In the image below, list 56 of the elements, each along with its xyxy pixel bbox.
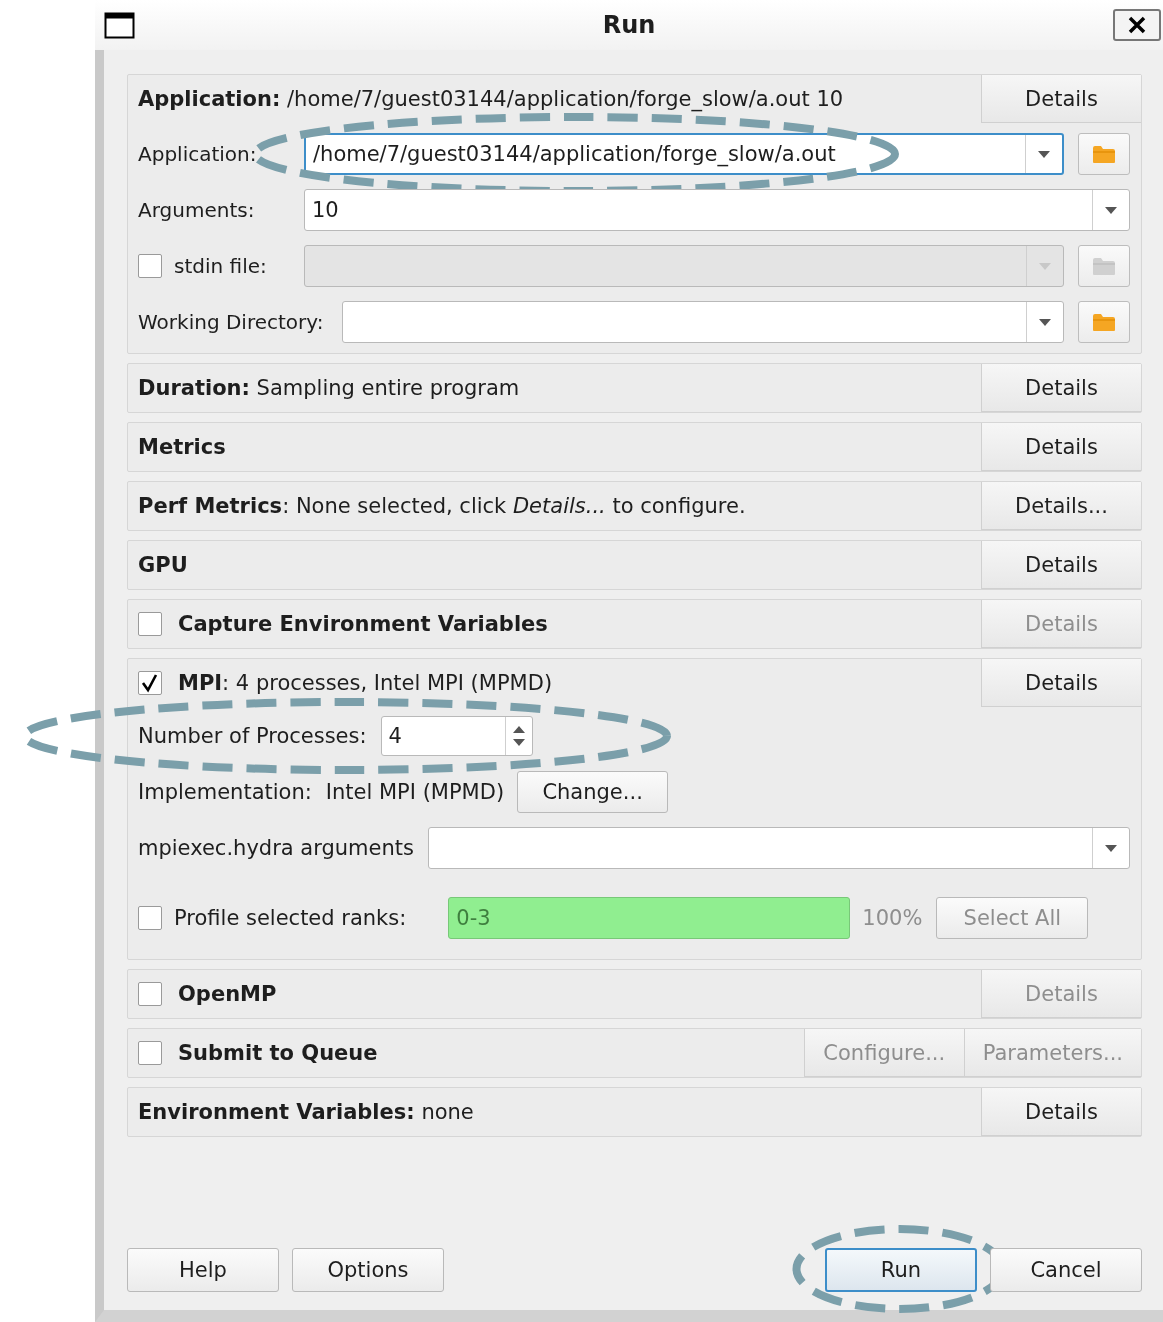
caret-icon (1105, 844, 1117, 852)
section-heading: Perf Metrics: None selected, click Details... to configure. (138, 494, 746, 518)
window-icon (104, 11, 135, 39)
checkbox[interactable] (138, 982, 162, 1006)
details-button[interactable]: Details (981, 541, 1141, 589)
field-label: mpiexec.hydra arguments (138, 836, 414, 860)
section-heading: Application: /home/7/guest03144/application/forge_slow/a.out 10 (138, 87, 844, 111)
spinbox[interactable]: 4 (380, 716, 533, 756)
folder-icon (1092, 312, 1116, 332)
section-heading: Environment Variables: none (138, 1100, 474, 1124)
browse-button[interactable] (1078, 301, 1130, 343)
implementation-value: Intel MPI (MPMD) (325, 780, 505, 804)
spin-arrows-icon (512, 725, 525, 747)
details-button[interactable]: Details (981, 1088, 1141, 1136)
field-label: Number of Processes: (138, 724, 367, 748)
field-label: Application: (138, 142, 258, 166)
section-heading: Submit to Queue (178, 1041, 378, 1065)
field-label: Arguments: (138, 198, 256, 222)
checkbox[interactable] (138, 612, 162, 636)
section-heading: Capture Environment Variables (178, 612, 548, 636)
field-label: stdin file: (174, 254, 268, 278)
checkbox[interactable] (138, 671, 162, 695)
dialog-button[interactable]: Help (127, 1248, 279, 1292)
dialog-button[interactable]: Options (292, 1248, 444, 1292)
section-heading: Duration: Sampling entire program (138, 376, 520, 400)
details-button[interactable]: Details... (981, 482, 1141, 530)
folder-icon (1092, 144, 1116, 164)
folder-icon (1092, 256, 1116, 276)
dialog-button[interactable]: Run (825, 1248, 977, 1292)
close-icon (1127, 15, 1147, 35)
browse-button[interactable] (1078, 133, 1130, 175)
checkbox[interactable] (138, 1041, 162, 1065)
field-label: Working Directory: (138, 310, 324, 334)
dialog-button[interactable]: Cancel (990, 1248, 1142, 1292)
details-button[interactable]: Details (981, 75, 1141, 123)
close-button[interactable] (1113, 9, 1161, 41)
details-button[interactable]: Details (981, 659, 1141, 707)
details-button[interactable]: Details (981, 423, 1141, 471)
section-heading: Metrics (138, 435, 226, 459)
caret-icon (1038, 150, 1050, 158)
details-button[interactable]: Details (981, 364, 1141, 412)
caret-icon (1039, 318, 1051, 326)
combo-field[interactable] (428, 827, 1130, 869)
caret-icon (1105, 206, 1117, 214)
field-label: Implementation: (138, 780, 312, 804)
caret-icon (1039, 262, 1051, 270)
combo-field[interactable]: 10 (304, 189, 1130, 231)
combo-field[interactable]: /home/7/guest03144/application/forge_slow/a.out (304, 133, 1064, 175)
percent-label: 100% (862, 906, 923, 930)
section-heading: OpenMP (178, 982, 277, 1006)
section-heading: MPI: 4 processes, Intel MPI (MPMD) (178, 671, 553, 695)
change-button[interactable]: Change... (517, 771, 669, 813)
window-title: Run (601, 11, 657, 39)
combo-field[interactable] (342, 301, 1064, 343)
section-heading: GPU (138, 553, 188, 577)
field-label: Profile selected ranks: (174, 906, 407, 930)
